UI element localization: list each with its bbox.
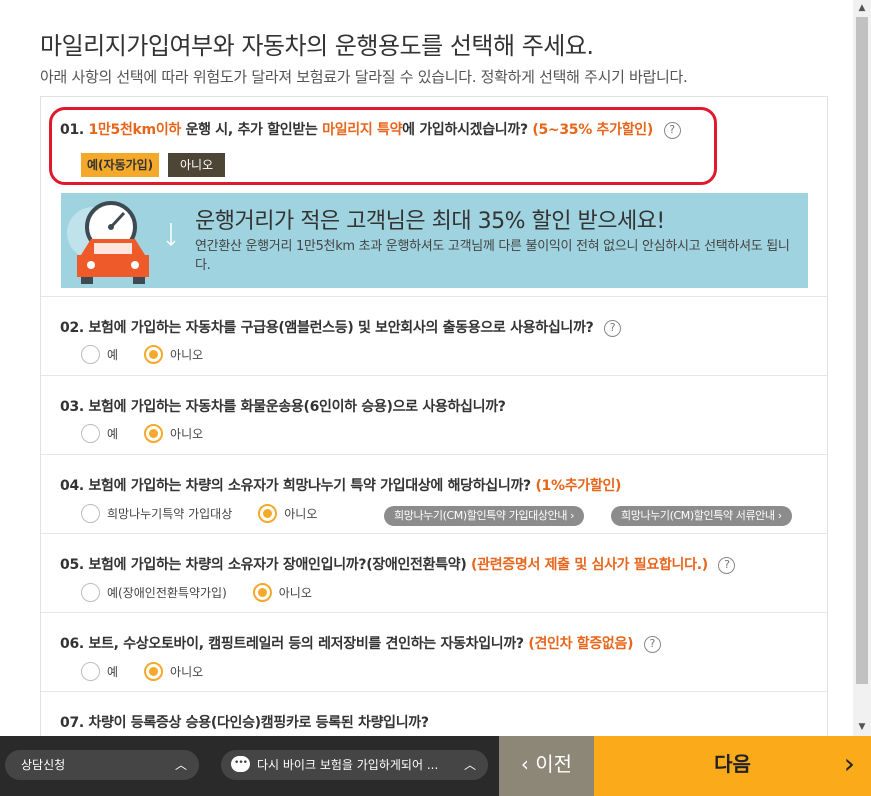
question-04-text: 04. 보험에 가입하는 차량의 소유자가 희망나누기 특약 가입대상에 해당하… [60, 478, 622, 494]
page-subtitle: 아래 사항의 선택에 따라 위험도가 달라져 보험료가 달라질 수 있습니다. … [40, 68, 688, 86]
q6-radio-no-label: 아니오 [170, 665, 204, 679]
hope-sharing-eligibility-link[interactable]: 희망나누기(CM)할인특약 가입대상안내 › [384, 506, 585, 526]
question-01: 01. 1만5천km이하 운행 시, 추가 할인받는 마일리지 특약에 가입하시… [41, 97, 827, 297]
q5-radio-yes-label: 예(장애인전환특약가입) [107, 586, 227, 600]
question-07: 07. 차량이 등록증상 승용(다인승)캠핑카로 등록된 차량입니까? [41, 692, 827, 736]
question-03: 03. 보험에 가입하는 자동차를 화물운송용(6인이하 승용)으로 사용하십니… [41, 376, 827, 455]
question-06: 06. 보트, 수상오토바이, 캠핑트레일러 등의 레저장비를 견인하는 자동차… [41, 613, 827, 692]
q3-radio-no[interactable] [144, 424, 164, 443]
q2-radio-group: 예 아니오 [81, 345, 229, 364]
banner-title: 운행거리가 적은 고객님은 최대 35% 할인 받으세요! [195, 209, 665, 234]
q3-radio-no-label: 아니오 [170, 427, 204, 441]
question-07-text: 07. 차량이 등록증상 승용(다인승)캠핑카로 등록된 차량입니까? [60, 715, 429, 731]
q5-radio-no-label: 아니오 [278, 586, 312, 600]
chat-bubble-icon: ••• [231, 756, 250, 772]
q6-radio-group: 예 아니오 [81, 662, 229, 681]
q2-radio-yes[interactable] [81, 345, 100, 364]
question-05: 05. 보험에 가입하는 차량의 소유자가 장애인입니까?(장애인전환특약) (… [41, 534, 827, 613]
question-01-text: 01. 1만5천km이하 운행 시, 추가 할인받는 마일리지 특약에 가입하시… [60, 119, 681, 139]
help-icon[interactable]: ? [718, 557, 736, 574]
q6-radio-yes[interactable] [81, 662, 100, 681]
q5-radio-no[interactable] [252, 583, 272, 602]
next-button[interactable]: 다음 › [594, 736, 871, 796]
scroll-up-arrow-icon[interactable]: ▲ [853, 0, 871, 17]
question-02-text: 02. 보험에 가입하는 자동차를 구급용(앰블런스등) 및 보안회사의 출동용… [60, 317, 621, 337]
hope-sharing-documents-link[interactable]: 희망나누기(CM)할인특약 서류안내 › [611, 506, 792, 526]
question-06-text: 06. 보트, 수상오토바이, 캠핑트레일러 등의 레저장비를 견인하는 자동차… [60, 633, 661, 653]
q3-radio-group: 예 아니오 [81, 424, 229, 443]
help-icon[interactable]: ? [603, 320, 621, 337]
next-button-label: 다음 [714, 752, 751, 776]
q1-yes-button[interactable]: 예(자동가입) [81, 153, 160, 177]
q3-radio-yes-label: 예 [107, 427, 119, 441]
speedometer-car-icon [67, 201, 176, 284]
vertical-scrollbar[interactable]: ▲ ▼ [853, 0, 871, 736]
help-icon[interactable]: ? [643, 636, 661, 653]
q4-radio-no-label: 아니오 [284, 507, 318, 521]
q4-radio-yes-label: 희망나누기특약 가입대상 [107, 507, 233, 521]
q4-radio-no[interactable] [258, 504, 278, 523]
question-03-text: 03. 보험에 가입하는 자동차를 화물운송용(6인이하 승용)으로 사용하십니… [60, 399, 506, 415]
chat-preview-button[interactable]: ••• 다시 바이크 보험을 가입하게되어 ... ︿ [221, 750, 488, 780]
q4-radio-group: 희망나누기특약 가입대상 아니오 [81, 504, 343, 523]
prev-button-label: 이전 [535, 752, 573, 776]
q4-radio-yes[interactable] [81, 504, 100, 523]
scroll-down-arrow-icon[interactable]: ▼ [853, 719, 871, 736]
consult-request-button[interactable]: 상담신청 ︿ [5, 750, 199, 780]
q2-radio-no-label: 아니오 [170, 348, 204, 362]
scrollbar-thumb[interactable] [856, 17, 868, 684]
q2-radio-yes-label: 예 [107, 348, 119, 362]
page-title: 마일리지가입여부와 자동차의 운행용도를 선택해 주세요. [40, 32, 594, 60]
bottom-action-bar: 상담신청 ︿ ••• 다시 바이크 보험을 가입하게되어 ... ︿ ‹ 이전 … [0, 736, 871, 796]
q2-radio-no[interactable] [144, 345, 164, 364]
question-list: 01. 1만5천km이하 운행 시, 추가 할인받는 마일리지 특약에 가입하시… [40, 96, 828, 736]
q6-radio-yes-label: 예 [107, 665, 119, 679]
chevron-up-icon: ︿ [174, 758, 187, 772]
help-icon[interactable]: ? [663, 122, 681, 139]
q5-radio-group: 예(장애인전환특약가입) 아니오 [81, 583, 338, 602]
mileage-discount-banner: 운행거리가 적은 고객님은 최대 35% 할인 받으세요! 연간환산 운행거리 … [61, 193, 808, 288]
consult-request-label: 상담신청 [21, 758, 66, 772]
q1-no-button[interactable]: 아니오 [168, 153, 226, 177]
prev-button[interactable]: ‹ 이전 [499, 736, 594, 796]
banner-description: 연간환산 운행거리 1만5천km 초과 운행하셔도 고객님께 다른 불이익이 전… [195, 239, 790, 273]
q3-radio-yes[interactable] [81, 424, 100, 443]
chevron-up-icon: ︿ [463, 758, 476, 772]
q5-radio-yes[interactable] [81, 583, 100, 602]
question-04: 04. 보험에 가입하는 차량의 소유자가 희망나누기 특약 가입대상에 해당하… [41, 455, 827, 534]
question-02: 02. 보험에 가입하는 자동차를 구급용(앰블런스등) 및 보안회사의 출동용… [41, 297, 827, 376]
chat-preview-text: 다시 바이크 보험을 가입하게되어 ... [257, 758, 439, 772]
chevron-right-icon: › [843, 747, 855, 780]
question-05-text: 05. 보험에 가입하는 차량의 소유자가 장애인입니까?(장애인전환특약) (… [60, 554, 736, 574]
chevron-left-icon: ‹ [520, 752, 529, 776]
q6-radio-no[interactable] [144, 662, 164, 681]
